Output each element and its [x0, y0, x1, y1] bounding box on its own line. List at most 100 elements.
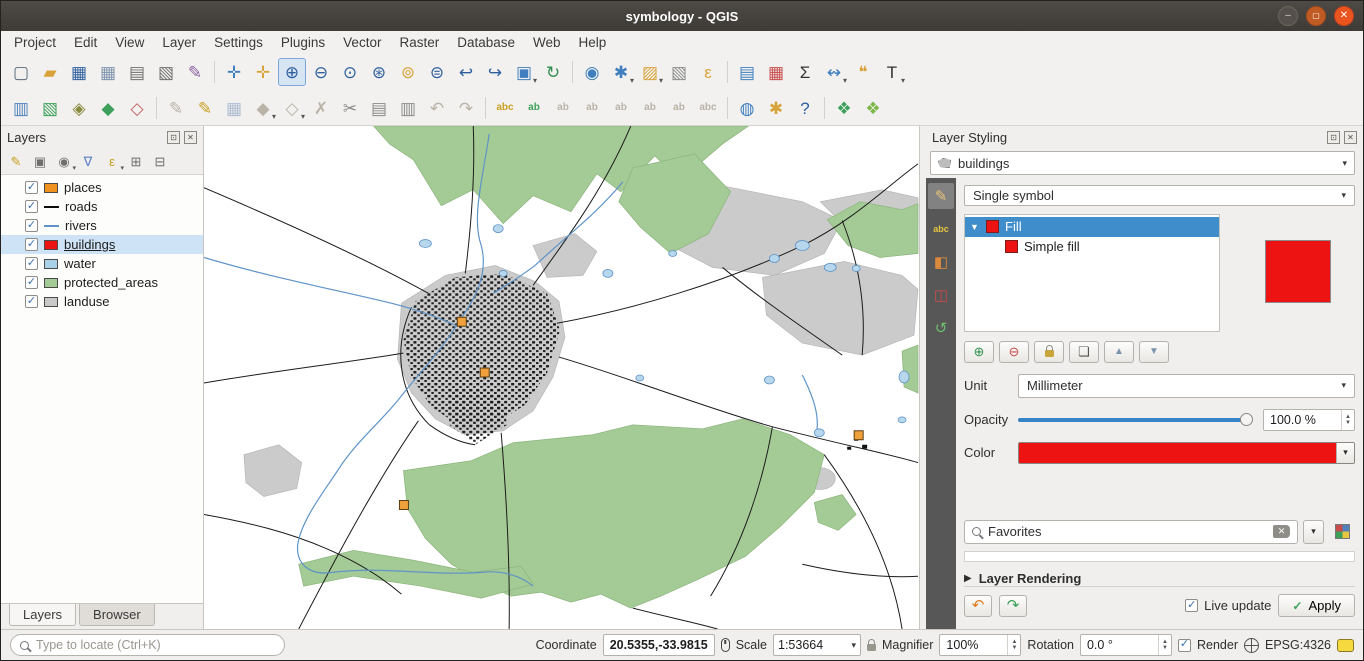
zoom-out-icon[interactable]: ⊖ — [307, 58, 335, 86]
data-source-manager-icon[interactable]: ▥ — [7, 94, 35, 122]
map-canvas[interactable] — [204, 126, 919, 629]
layer-visibility-checkbox[interactable]: ✓ — [25, 219, 38, 232]
coordinate-input[interactable] — [604, 635, 714, 655]
symbol-layer-tree[interactable]: ▼ Fill Simple fill — [964, 214, 1220, 332]
rotate-label-icon[interactable]: ab — [665, 94, 693, 122]
add-symbol-layer-button[interactable]: ⊕ — [964, 341, 994, 363]
chevron-down-icon[interactable]: ▾ — [851, 640, 856, 651]
add-vector-layer-icon[interactable]: ▧ — [36, 94, 64, 122]
processing-icon[interactable]: ✱ — [762, 94, 790, 122]
layer-visibility-checkbox[interactable]: ✓ — [25, 238, 38, 251]
labels-tab-icon[interactable]: abc — [928, 216, 954, 242]
vertex-tool-icon[interactable]: ◇ — [278, 94, 306, 122]
locator-input[interactable] — [36, 638, 275, 652]
slider-handle[interactable] — [1240, 413, 1253, 426]
new-print-layout-icon[interactable]: ▤ — [123, 58, 151, 86]
undo-icon[interactable]: ↶ — [423, 94, 451, 122]
styling-layer-selector[interactable]: buildings ▾ — [930, 151, 1355, 175]
float-panel-icon[interactable]: ⊡ — [1327, 131, 1340, 144]
caret-right-icon[interactable]: ▶ — [964, 573, 972, 584]
menu-layer[interactable]: Layer — [153, 33, 205, 52]
filter-by-expression-icon[interactable]: ε — [101, 150, 123, 172]
tab-layers[interactable]: Layers — [9, 604, 76, 626]
renderer-selector[interactable]: Single symbol ▾ — [964, 185, 1355, 206]
messages-icon[interactable] — [1337, 639, 1354, 652]
opacity-slider[interactable] — [1018, 410, 1253, 430]
menu-project[interactable]: Project — [5, 33, 65, 52]
zoom-last-icon[interactable]: ↩ — [452, 58, 480, 86]
tab-browser[interactable]: Browser — [79, 604, 155, 626]
select-features-icon[interactable]: ▨ — [636, 58, 664, 86]
lock-scale-icon[interactable] — [867, 644, 876, 651]
zoom-in-icon[interactable]: ⊕ — [278, 58, 306, 86]
layer-labeling-icon[interactable]: abc — [491, 94, 519, 122]
plugin-icon-1[interactable]: ❖ — [830, 94, 858, 122]
chevron-down-icon[interactable]: ▾ — [1336, 443, 1354, 463]
caret-down-icon[interactable]: ▼ — [970, 222, 980, 232]
float-panel-icon[interactable]: ⊡ — [167, 131, 180, 144]
identify-features-icon[interactable]: ◉ — [578, 58, 606, 86]
close-button[interactable]: ✕ — [1334, 6, 1354, 26]
menu-view[interactable]: View — [106, 33, 153, 52]
menu-help[interactable]: Help — [570, 33, 616, 52]
symbol-tree-item-simple-fill[interactable]: Simple fill — [965, 237, 1219, 257]
new-geopackage-layer-icon[interactable]: ◆ — [94, 94, 122, 122]
cut-features-icon[interactable]: ✂ — [336, 94, 364, 122]
layer-rendering-section[interactable]: ▶ Layer Rendering — [964, 571, 1355, 586]
run-feature-action-icon[interactable]: ✱ — [607, 58, 635, 86]
scale-selector[interactable]: ▾ — [773, 634, 861, 656]
new-project-icon[interactable]: ▢ — [7, 58, 35, 86]
change-label-icon[interactable]: abc — [694, 94, 722, 122]
spin-arrows[interactable]: ▲▼ — [1007, 635, 1020, 655]
mouse-position-icon[interactable] — [721, 638, 730, 652]
metasearch-icon[interactable]: ◍ — [733, 94, 761, 122]
layer-item[interactable]: ✓ places — [1, 178, 203, 197]
symbol-group-dropdown[interactable]: ▾ — [1303, 520, 1324, 544]
paste-features-icon[interactable]: ▥ — [394, 94, 422, 122]
save-project-icon[interactable]: ▦ — [65, 58, 93, 86]
close-panel-icon[interactable]: ✕ — [184, 131, 197, 144]
opacity-input[interactable] — [1270, 413, 1341, 427]
expand-all-icon[interactable]: ⊞ — [125, 150, 147, 172]
live-update-checkbox[interactable]: ✓ — [1185, 599, 1198, 612]
style-manager-button[interactable] — [1329, 520, 1355, 544]
layer-item[interactable]: ✓ landuse — [1, 292, 203, 311]
move-label-icon[interactable]: ab — [636, 94, 664, 122]
open-attribute-table-icon[interactable]: ▤ — [733, 58, 761, 86]
layer-visibility-checkbox[interactable]: ✓ — [25, 257, 38, 270]
layer-item[interactable]: ✓ rivers — [1, 216, 203, 235]
toggle-editing-icon[interactable]: ✎ — [191, 94, 219, 122]
layer-visibility-checkbox[interactable]: ✓ — [25, 181, 38, 194]
menu-raster[interactable]: Raster — [390, 33, 448, 52]
show-hide-labels-icon[interactable]: ab — [607, 94, 635, 122]
menu-vector[interactable]: Vector — [334, 33, 390, 52]
layer-visibility-checkbox[interactable]: ✓ — [25, 295, 38, 308]
magnifier-spinbox[interactable]: ▲▼ — [939, 634, 1021, 656]
locator-bar[interactable] — [10, 634, 285, 656]
crs-value[interactable]: EPSG:4326 — [1265, 638, 1331, 652]
deselect-features-icon[interactable]: ▧ — [665, 58, 693, 86]
filter-legend-icon[interactable]: ∇ — [77, 150, 99, 172]
move-down-button[interactable]: ▼ — [1139, 341, 1169, 363]
open-project-icon[interactable]: ▰ — [36, 58, 64, 86]
minimize-button[interactable]: – — [1278, 6, 1298, 26]
manage-map-themes-icon[interactable]: ◉ — [53, 150, 75, 172]
copy-features-icon[interactable]: ▤ — [365, 94, 393, 122]
apply-button[interactable]: ✓ Apply — [1278, 594, 1355, 617]
rotation-spinbox[interactable]: ▲▼ — [1080, 634, 1172, 656]
field-calculator-icon[interactable]: ▦ — [762, 58, 790, 86]
duplicate-symbol-button[interactable]: ❏ — [1069, 341, 1099, 363]
layer-item[interactable]: ✓ buildings — [1, 235, 203, 254]
zoom-full-icon[interactable]: ⊛ — [365, 58, 393, 86]
symbology-tab-icon[interactable]: ✎ — [928, 183, 954, 209]
digitize-icon[interactable]: ◆ — [249, 94, 277, 122]
new-map-view-icon[interactable]: ▣ — [510, 58, 538, 86]
render-checkbox[interactable]: ✓ — [1178, 639, 1191, 652]
symbol-tree-item-fill[interactable]: ▼ Fill — [965, 217, 1219, 237]
open-layer-styling-icon[interactable]: ✎ — [5, 150, 27, 172]
zoom-native-icon[interactable]: ⊙ — [336, 58, 364, 86]
text-annotation-icon[interactable]: T — [878, 58, 906, 86]
menu-edit[interactable]: Edit — [65, 33, 106, 52]
coordinate-box[interactable] — [603, 634, 715, 656]
delete-selected-icon[interactable]: ✗ — [307, 94, 335, 122]
